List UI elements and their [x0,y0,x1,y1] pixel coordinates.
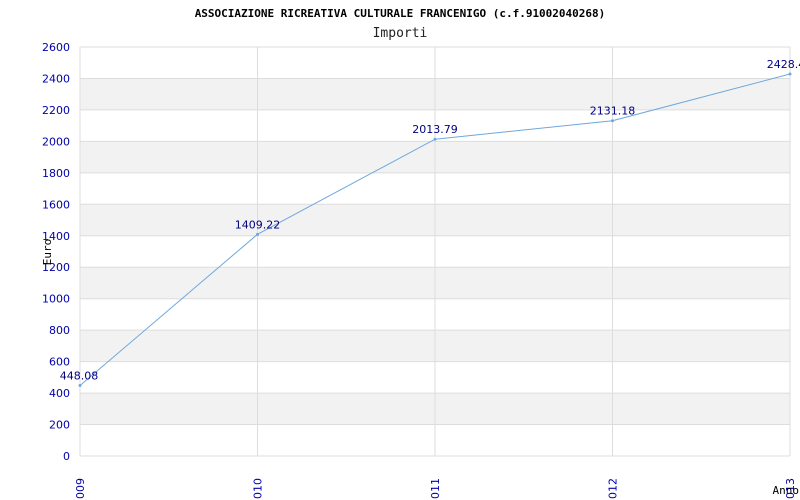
data-label: 2428.4 [767,58,800,71]
chart-title: ASSOCIAZIONE RICREATIVA CULTURALE FRANCE… [195,7,606,20]
y-tick-label: 2600 [42,41,70,54]
y-tick-label: 0 [63,450,70,463]
y-tick-label: 800 [49,324,70,337]
y-tick-label: 400 [49,387,70,400]
x-tick-label: 2012 [607,478,620,500]
y-tick-label: 600 [49,356,70,369]
data-point [788,72,792,76]
y-axis-label: Euro [41,239,54,266]
data-point [78,384,82,388]
x-tick-label: 2010 [252,478,265,500]
data-label: 2131.18 [590,105,636,118]
data-point [611,119,614,123]
data-point [433,137,437,141]
y-tick-label: 2400 [42,72,70,85]
y-tick-label: 1600 [42,198,70,211]
x-tick-label: 2011 [429,478,442,500]
data-label: 448.08 [60,370,99,383]
data-label: 1409.22 [235,218,281,231]
y-tick-label: 200 [49,419,70,432]
x-axis-label: Anno [773,484,800,497]
chart-subtitle: Importi [373,26,428,41]
y-tick-label: 1000 [42,293,70,306]
data-label: 2013.79 [412,123,458,136]
line-chart: ASSOCIAZIONE RICREATIVA CULTURALE FRANCE… [41,7,800,500]
y-tick-label: 1800 [42,167,70,180]
y-tick-label: 2200 [42,104,70,117]
data-point [256,232,259,236]
x-axis-ticks: 2009 2010 2011 2012 2013 [74,478,797,500]
grid-bands [79,46,791,457]
x-tick-label: 2009 [74,478,87,500]
y-tick-label: 2000 [42,135,70,148]
